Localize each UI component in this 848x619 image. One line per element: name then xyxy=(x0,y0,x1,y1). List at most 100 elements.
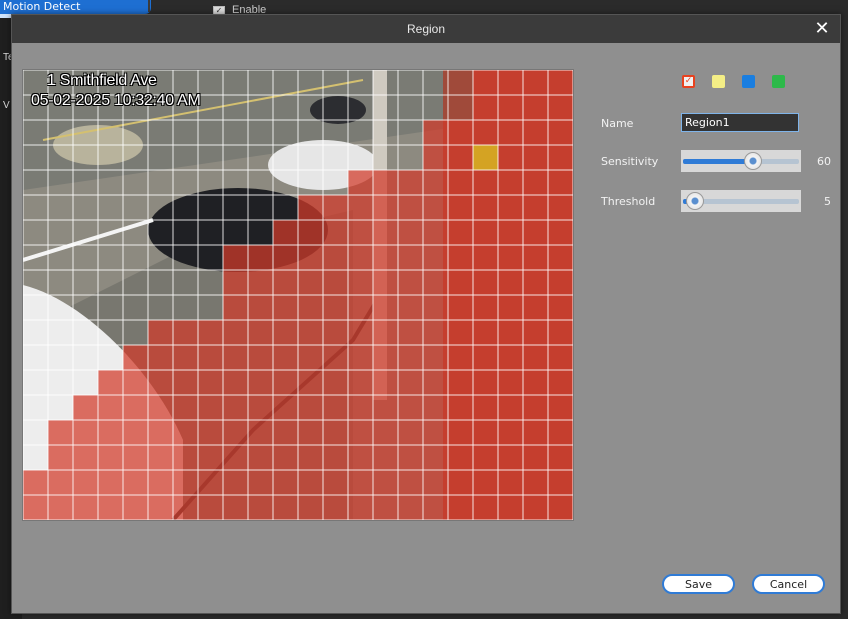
grid-cell[interactable] xyxy=(548,120,573,145)
grid-cell[interactable] xyxy=(398,270,423,295)
grid-cell[interactable] xyxy=(98,395,123,420)
grid-cell[interactable] xyxy=(498,420,523,445)
grid-cell[interactable] xyxy=(398,220,423,245)
grid-cell[interactable] xyxy=(198,445,223,470)
grid-cell[interactable] xyxy=(523,270,548,295)
grid-cell[interactable] xyxy=(473,245,498,270)
grid-cell[interactable] xyxy=(98,495,123,520)
grid-cell[interactable] xyxy=(373,395,398,420)
grid-cell[interactable] xyxy=(348,420,373,445)
cancel-button[interactable]: Cancel xyxy=(752,574,825,594)
grid-cell[interactable] xyxy=(198,470,223,495)
grid-cell[interactable] xyxy=(248,445,273,470)
grid-cell[interactable] xyxy=(223,295,248,320)
grid-cell[interactable] xyxy=(498,145,523,170)
threshold-slider-thumb[interactable] xyxy=(685,192,704,210)
grid-cell[interactable] xyxy=(373,245,398,270)
grid-cell[interactable] xyxy=(123,445,148,470)
grid-cell[interactable] xyxy=(248,295,273,320)
grid-cell[interactable] xyxy=(323,320,348,345)
grid-cell[interactable] xyxy=(348,170,373,195)
grid-cell[interactable] xyxy=(548,395,573,420)
grid-cell[interactable] xyxy=(498,95,523,120)
grid-cell[interactable] xyxy=(273,320,298,345)
grid-cell[interactable] xyxy=(348,320,373,345)
grid-cell[interactable] xyxy=(298,320,323,345)
grid-cell[interactable] xyxy=(298,495,323,520)
grid-cell[interactable] xyxy=(273,495,298,520)
grid-cell[interactable] xyxy=(323,470,348,495)
grid-cell[interactable] xyxy=(373,170,398,195)
swatch-yellow[interactable] xyxy=(712,75,725,88)
grid-cell[interactable] xyxy=(523,220,548,245)
grid-cell[interactable] xyxy=(473,120,498,145)
grid-cell[interactable] xyxy=(373,295,398,320)
grid-cell[interactable] xyxy=(423,370,448,395)
grid-cell[interactable] xyxy=(473,95,498,120)
grid-cell[interactable] xyxy=(423,195,448,220)
grid-cell[interactable] xyxy=(373,470,398,495)
grid-cell[interactable] xyxy=(98,445,123,470)
grid-cell[interactable] xyxy=(273,395,298,420)
grid-cell[interactable] xyxy=(498,120,523,145)
grid-cell[interactable] xyxy=(323,295,348,320)
grid-cell[interactable] xyxy=(223,495,248,520)
grid-cell[interactable] xyxy=(423,395,448,420)
grid-cell[interactable] xyxy=(523,170,548,195)
grid-cell[interactable] xyxy=(473,370,498,395)
grid-cell[interactable] xyxy=(248,470,273,495)
grid-cell[interactable] xyxy=(73,495,98,520)
grid-cell[interactable] xyxy=(173,420,198,445)
grid-cell[interactable] xyxy=(73,470,98,495)
grid-cell[interactable] xyxy=(198,495,223,520)
grid-cell[interactable] xyxy=(373,270,398,295)
grid-cell[interactable] xyxy=(148,395,173,420)
grid-cell[interactable] xyxy=(423,170,448,195)
sidebar-item-v[interactable]: V xyxy=(3,100,10,111)
grid-cell[interactable] xyxy=(448,470,473,495)
grid-cell[interactable] xyxy=(148,370,173,395)
grid-cell[interactable] xyxy=(473,395,498,420)
grid-cell[interactable] xyxy=(523,470,548,495)
grid-cell[interactable] xyxy=(373,195,398,220)
grid-cell[interactable] xyxy=(273,420,298,445)
grid-cell[interactable] xyxy=(448,245,473,270)
swatch-blue[interactable] xyxy=(742,75,755,88)
grid-cell[interactable] xyxy=(123,420,148,445)
grid-cell[interactable] xyxy=(398,495,423,520)
grid-cell[interactable] xyxy=(448,420,473,445)
grid-cell[interactable] xyxy=(248,395,273,420)
grid-cell[interactable] xyxy=(423,420,448,445)
grid-cell[interactable] xyxy=(523,345,548,370)
grid-cell[interactable] xyxy=(473,170,498,195)
grid-cell[interactable] xyxy=(348,445,373,470)
grid-cell[interactable] xyxy=(173,470,198,495)
grid-cell[interactable] xyxy=(148,495,173,520)
grid-cell[interactable] xyxy=(373,370,398,395)
grid-cell[interactable] xyxy=(248,370,273,395)
grid-cell[interactable] xyxy=(273,220,298,245)
grid-cell[interactable] xyxy=(73,445,98,470)
grid-cell[interactable] xyxy=(48,470,73,495)
grid-cell[interactable] xyxy=(473,295,498,320)
grid-cell[interactable] xyxy=(198,345,223,370)
grid-cell[interactable] xyxy=(423,445,448,470)
grid-cell[interactable] xyxy=(298,420,323,445)
grid-cell[interactable] xyxy=(273,295,298,320)
grid-cell[interactable] xyxy=(323,195,348,220)
grid-cell[interactable] xyxy=(398,370,423,395)
grid-cell[interactable] xyxy=(448,320,473,345)
grid-cell[interactable] xyxy=(523,70,548,95)
grid-cell[interactable] xyxy=(548,270,573,295)
grid-cell[interactable] xyxy=(448,495,473,520)
grid-cell[interactable] xyxy=(348,345,373,370)
grid-cell[interactable] xyxy=(423,295,448,320)
grid-cell[interactable] xyxy=(298,470,323,495)
grid-cell[interactable] xyxy=(223,345,248,370)
grid-cell[interactable] xyxy=(298,395,323,420)
grid-cell[interactable] xyxy=(448,220,473,245)
grid-cell[interactable] xyxy=(223,420,248,445)
grid-cell[interactable] xyxy=(323,270,348,295)
grid-cell[interactable] xyxy=(548,320,573,345)
grid-cell[interactable] xyxy=(423,145,448,170)
